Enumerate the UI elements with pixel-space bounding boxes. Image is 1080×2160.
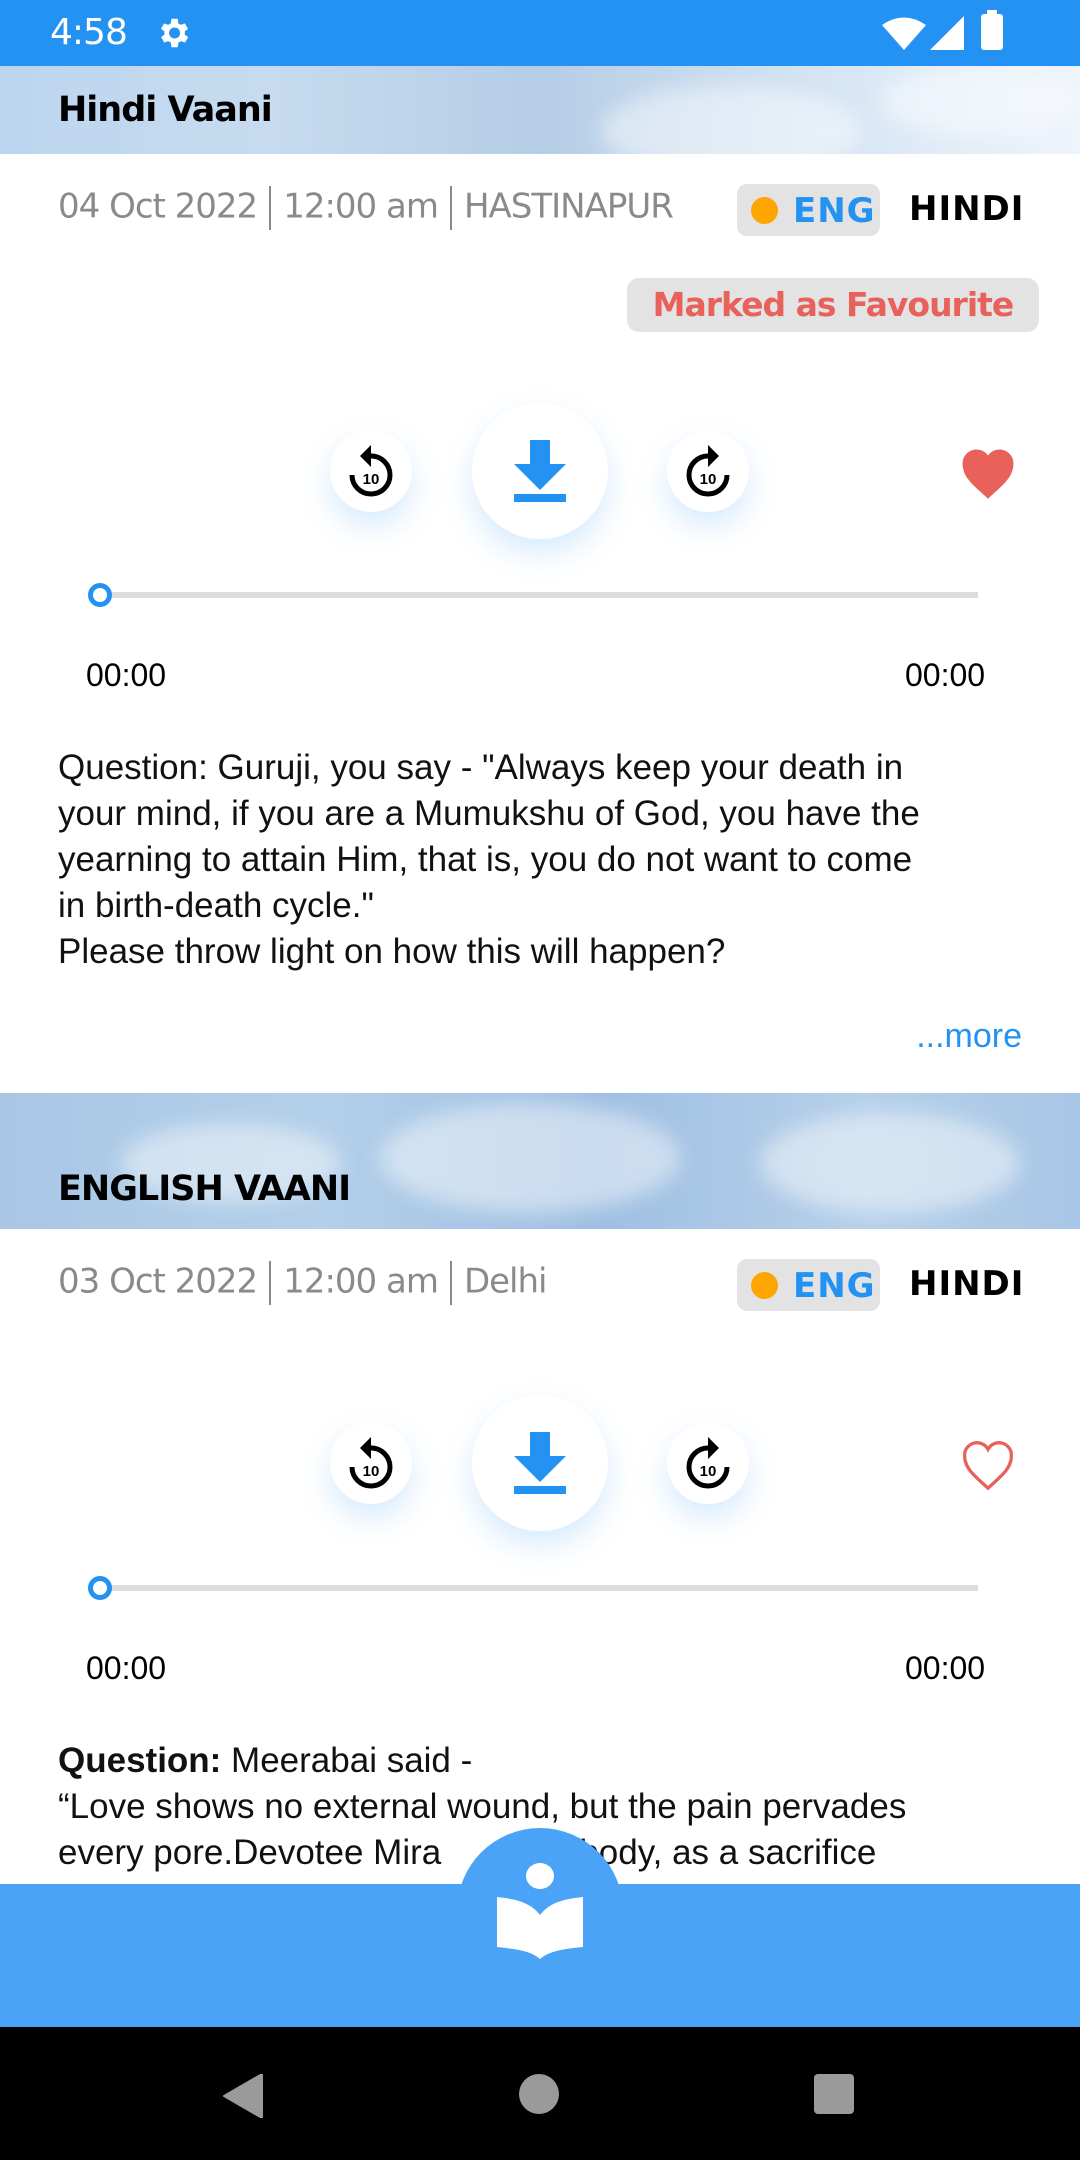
battery-icon [981,10,1003,50]
separator [269,186,272,230]
total-time: 00:00 [905,657,986,693]
reader-fab-button[interactable] [457,1828,623,1994]
lang-eng-button[interactable]: ENG [737,184,880,236]
home-icon[interactable] [519,2074,559,2114]
location: Delhi [463,1261,548,1302]
meta-line: 04 Oct 2022 12:00 am HASTINAPUR [58,186,674,230]
current-time: 00:00 [86,657,167,693]
svg-text:10: 10 [700,1463,717,1480]
forward-10-button[interactable]: 10 [667,1422,749,1504]
back-icon[interactable] [222,2074,264,2118]
download-icon [514,440,566,502]
status-time: 4:58 [50,12,128,53]
progress-track[interactable] [100,1585,978,1591]
question-line: yearning to attain Him, that is, you do … [58,840,913,879]
question-line-text: Meerabai said - [221,1741,473,1780]
question-line: “Love shows no external wound, but the p… [58,1787,907,1826]
progress-knob[interactable] [88,583,112,607]
download-button[interactable] [472,1395,608,1531]
question-prefix: Question: [58,1741,222,1780]
date: 03 Oct 2022 [58,1261,258,1302]
forward-10-icon: 10 [686,445,730,497]
question-line: Please throw light on how this will happ… [58,932,726,971]
status-bar: 4:58 [0,0,1080,66]
more-link[interactable]: ...more [916,1017,1022,1056]
lang-eng-button[interactable]: ENG [737,1259,880,1311]
question-text: Question: Guruji, you say - "Always keep… [58,745,1038,975]
lang-eng-label: ENG [793,191,876,231]
time: 12:00 am [283,186,439,227]
date: 04 Oct 2022 [58,186,258,227]
question-line: in birth-death cycle." [58,886,374,925]
wifi-icon [882,17,926,50]
rewind-10-button[interactable]: 10 [330,430,412,512]
time: 12:00 am [283,1261,439,1302]
book-reader-icon [497,1863,583,1959]
svg-text:10: 10 [363,1463,380,1480]
lang-hindi-button[interactable]: HINDI [909,1264,1024,1304]
svg-text:10: 10 [363,471,380,488]
heart-filled-icon[interactable] [957,444,1019,500]
separator [449,186,452,230]
favourite-badge: Marked as Favourite [627,278,1039,332]
location: HASTINAPUR [463,186,674,227]
progress-track[interactable] [100,592,978,598]
gear-icon [160,18,189,48]
section-title: Hindi Vaani [58,90,273,130]
download-button[interactable] [472,403,608,539]
recents-icon[interactable] [814,2074,854,2114]
separator [449,1261,452,1305]
section-title: ENGLISH VAANI [58,1169,351,1209]
total-time: 00:00 [905,1650,986,1686]
current-time: 00:00 [86,1650,167,1686]
heart-outline-icon[interactable] [957,1436,1019,1492]
question-line: Question: Meerabai said - [58,1738,1038,1784]
section-banner: Hindi Vaani [0,66,1080,154]
progress-knob[interactable] [88,1576,112,1600]
replay-10-icon: 10 [349,445,393,497]
replay-10-icon: 10 [349,1437,393,1489]
signal-icon [930,16,964,50]
forward-10-button[interactable]: 10 [667,430,749,512]
svg-text:10: 10 [700,471,717,488]
rewind-10-button[interactable]: 10 [330,1422,412,1504]
question-line: Question: Guruji, you say - "Always keep… [58,748,904,787]
download-icon [514,1432,566,1494]
question-line: your mind, if you are a Mumukshu of God,… [58,794,920,833]
separator [269,1261,272,1305]
meta-line: 03 Oct 2022 12:00 am Delhi [58,1261,547,1305]
selected-dot-icon [751,197,778,224]
selected-dot-icon [751,1272,778,1299]
forward-10-icon: 10 [686,1437,730,1489]
lang-eng-label: ENG [793,1266,876,1306]
section-banner: ENGLISH VAANI [0,1093,1080,1229]
lang-hindi-button[interactable]: HINDI [909,189,1024,229]
